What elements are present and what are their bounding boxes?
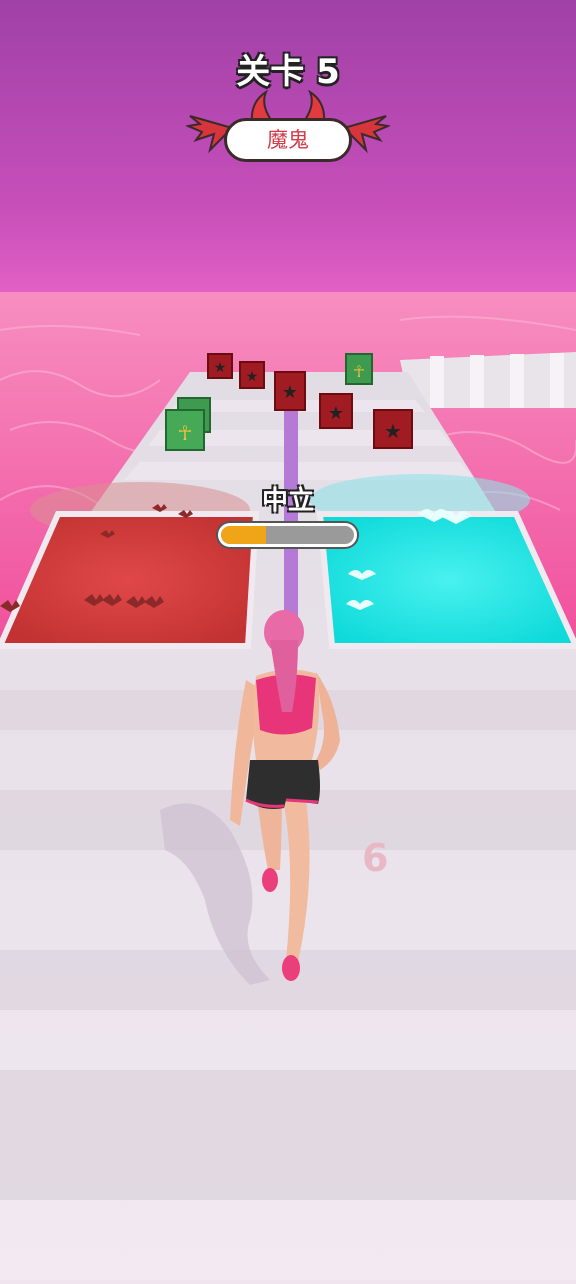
svg-text:☥: ☥: [353, 362, 365, 381]
gate-counter: 6: [362, 836, 388, 880]
svg-text:★: ★: [282, 382, 298, 403]
svg-text:☥: ☥: [178, 421, 193, 445]
alignment-badge: 魔鬼: [224, 118, 352, 162]
alignment-status: 中立: [261, 486, 314, 516]
svg-text:★: ★: [214, 360, 227, 376]
game-world: ★ ★ ★ ★ ★ ☥ ☥ ☥: [0, 0, 576, 1280]
svg-text:★: ★: [328, 403, 344, 424]
alignment-progress-bar: [218, 523, 357, 547]
gate-counter-value: 6: [362, 836, 389, 880]
svg-text:★: ★: [384, 419, 402, 443]
side-track: [400, 352, 576, 408]
devil-badge: 魔鬼: [186, 90, 390, 170]
svg-text:★: ★: [246, 369, 259, 385]
level-title: 关卡 5: [236, 52, 340, 92]
alignment-progress-fill: [221, 526, 267, 544]
game-scene: ★ ★ ★ ★ ★ ☥ ☥ ☥ 关卡 5: [0, 0, 576, 1280]
